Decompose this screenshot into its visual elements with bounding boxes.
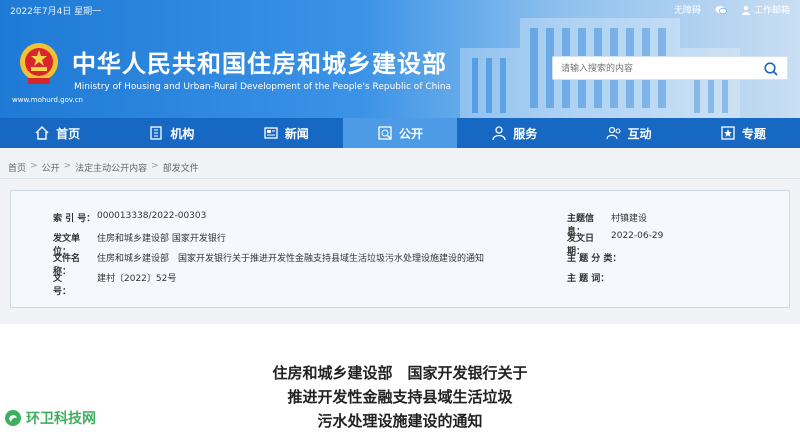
docno-row: 文 号： 建村〔2022〕52号 bbox=[53, 271, 176, 297]
nav-label: 专题 bbox=[741, 126, 766, 141]
wechat-icon bbox=[715, 5, 727, 14]
breadcrumb-separator: > bbox=[63, 161, 72, 171]
watermark-logo-icon bbox=[5, 410, 21, 426]
national-emblem-icon bbox=[20, 43, 58, 84]
nav-item-interaction[interactable]: 互动 bbox=[571, 118, 685, 148]
service-icon bbox=[492, 126, 506, 141]
accessibility-link[interactable]: 无障碍 bbox=[674, 3, 701, 16]
public-icon bbox=[378, 126, 392, 140]
nav-label: 互动 bbox=[627, 126, 652, 141]
nav-label: 首页 bbox=[56, 126, 81, 141]
article-title-line: 住房和城乡建设部 国家开发银行关于 bbox=[272, 364, 528, 382]
breadcrumb-separator: > bbox=[30, 161, 38, 171]
nav-item-service[interactable]: 服务 bbox=[457, 118, 571, 148]
document-info-box: 索 引 号： 000013338/2022-00303 发文单位： 住房和城乡建… bbox=[10, 190, 790, 308]
nav-label: 服务 bbox=[513, 126, 538, 141]
breadcrumb-separator: > bbox=[151, 161, 159, 171]
nav-item-home[interactable]: 首页 bbox=[0, 118, 114, 148]
accessibility-label: 无障碍 bbox=[673, 6, 701, 16]
search-box bbox=[552, 56, 788, 80]
breadcrumb-statutory[interactable]: 法定主动公开内容 bbox=[75, 161, 147, 174]
nav-item-institutions[interactable]: 机构 bbox=[114, 118, 228, 148]
watermark-text: 环卫科技网 bbox=[26, 411, 96, 427]
mail-link[interactable]: 工作邮箱 bbox=[741, 3, 790, 16]
mail-label: 工作邮箱 bbox=[753, 6, 790, 16]
category-label: 主 题 分 类： bbox=[567, 254, 622, 264]
topic-icon bbox=[721, 126, 735, 140]
building-icon bbox=[150, 126, 163, 140]
watermark: 环卫科技网 bbox=[4, 408, 96, 428]
site-title[interactable]: 中华人民共和国住房和城乡建设部 bbox=[72, 44, 447, 79]
nav-label: 公开 bbox=[398, 126, 423, 141]
breadcrumb-public[interactable]: 公开 bbox=[42, 161, 60, 174]
top-bar: 2022年7月4日 星期一 无障碍 工作邮箱 bbox=[0, 0, 800, 22]
user-icon bbox=[741, 5, 750, 15]
index-label: 索 引 号： bbox=[53, 214, 96, 224]
site-url: www.mohurd.gov.cn bbox=[12, 96, 83, 104]
docno-label: 文 号： bbox=[53, 274, 81, 297]
breadcrumb: 首页 > 公开 > 法定主动公开内容 > 部发文件 bbox=[8, 161, 199, 174]
search-icon[interactable] bbox=[763, 61, 779, 77]
breadcrumb-home[interactable]: 首页 bbox=[8, 161, 26, 174]
wechat-link[interactable] bbox=[715, 5, 727, 15]
nav-item-news[interactable]: 新闻 bbox=[229, 118, 343, 148]
breadcrumb-documents[interactable]: 部发文件 bbox=[163, 161, 199, 174]
main-nav: 首页 机构 新闻 公开 服务 互动 专题 bbox=[0, 118, 800, 148]
news-icon bbox=[264, 127, 278, 139]
docno-value: 建村〔2022〕52号 bbox=[97, 274, 177, 284]
interact-icon bbox=[605, 126, 621, 140]
category-row: 主 题 分 类： bbox=[567, 251, 621, 264]
nav-item-public[interactable]: 公开 bbox=[342, 118, 458, 148]
article-body: 住房和城乡建设部 国家开发银行关于 推进开发性金融支持县域生活垃圾 污水处理设施… bbox=[0, 324, 800, 432]
nav-label: 新闻 bbox=[284, 126, 309, 141]
site-title-english: Ministry of Housing and Urban-Rural Deve… bbox=[74, 82, 452, 92]
divider bbox=[0, 178, 800, 179]
keywords-row: 主 题 词： bbox=[567, 271, 609, 284]
keywords-label: 主 题 词： bbox=[567, 274, 610, 284]
article-title-line: 推进开发性金融支持县域生活垃圾 bbox=[287, 388, 513, 406]
nav-label: 机构 bbox=[170, 126, 195, 141]
index-value: 000013338/2022-00303 bbox=[97, 211, 207, 221]
current-date: 2022年7月4日 星期一 bbox=[10, 7, 102, 17]
search-input[interactable] bbox=[561, 61, 751, 77]
article-title-line: 污水处理设施建设的通知 bbox=[317, 412, 483, 430]
top-links: 无障碍 工作邮箱 bbox=[674, 3, 790, 16]
site-header: 2022年7月4日 星期一 无障碍 工作邮箱 中华人民共和国住房和城乡建设部 M… bbox=[0, 0, 800, 120]
nav-item-topics[interactable]: 专题 bbox=[686, 118, 800, 148]
home-icon bbox=[35, 126, 49, 140]
index-row: 索 引 号： 000013338/2022-00303 bbox=[53, 211, 206, 224]
